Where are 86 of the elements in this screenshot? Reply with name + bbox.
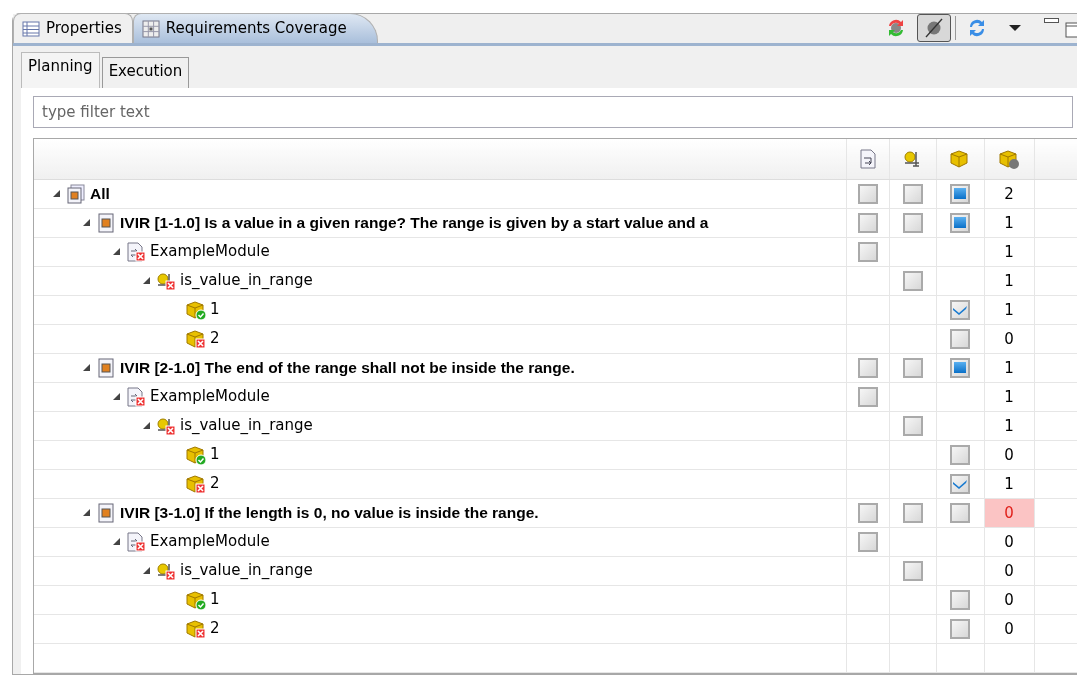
checkbox[interactable] [857, 357, 878, 378]
checkbox[interactable] [902, 212, 923, 233]
expanded-arrow-icon[interactable] [111, 247, 121, 256]
checkbox[interactable] [902, 270, 923, 291]
checkbox[interactable] [950, 183, 970, 204]
count-text: 0 [1003, 560, 1015, 582]
count-text: 1 [1003, 473, 1015, 495]
tree-item-label: is_value_in_range [180, 270, 313, 292]
filter-field[interactable]: type filter text [33, 96, 1073, 128]
checkbox[interactable] [950, 589, 970, 610]
expanded-arrow-icon[interactable] [81, 508, 91, 517]
checkbox[interactable] [902, 502, 923, 523]
tree-item-label: is_value_in_range [180, 560, 313, 582]
expanded-arrow-icon[interactable] [141, 276, 151, 285]
count-text: 1 [1003, 386, 1015, 408]
checkbox[interactable] [950, 444, 970, 465]
tab[interactable]: Planning [21, 52, 100, 88]
test-case-label: 2 [210, 328, 220, 350]
tree-item-label: is_value_in_range [180, 415, 313, 437]
checkbox[interactable] [950, 212, 970, 233]
checkbox[interactable] [950, 357, 970, 378]
count-text: 0 [984, 498, 1034, 527]
tree-item-label: ExampleModule [150, 531, 270, 553]
test-case-icon [950, 149, 970, 169]
count-text: 1 [1003, 270, 1015, 292]
test-case-label: 1 [210, 299, 220, 321]
document-icon [96, 357, 116, 378]
filter-toggle-button[interactable] [917, 14, 951, 42]
expanded-arrow-icon[interactable] [111, 392, 121, 401]
checkbox[interactable] [857, 531, 878, 552]
tree-item-label: All [90, 183, 110, 204]
test-result-icon [999, 149, 1019, 169]
expanded-arrow-icon[interactable] [81, 218, 91, 227]
checkbox[interactable] [950, 299, 970, 320]
dropdown-caret-icon [1009, 25, 1021, 31]
test-case-label: 1 [210, 444, 220, 466]
tree-item-label: IVIR [3-1.0] If the length is 0, no value is inside the range. [120, 502, 539, 523]
checkmark-icon [953, 478, 967, 489]
count-text: 0 [1003, 589, 1015, 611]
expanded-arrow-icon[interactable] [81, 363, 91, 372]
checkbox[interactable] [902, 415, 923, 436]
expanded-arrow-icon[interactable] [141, 566, 151, 575]
count-text: 2 [1003, 183, 1015, 205]
count-text: 1 [1003, 299, 1015, 321]
count-text: 1 [1003, 241, 1015, 263]
count-text: 1 [1003, 357, 1015, 379]
count-text: 1 [1003, 212, 1015, 234]
count-text: 0 [1003, 531, 1015, 553]
checkbox[interactable] [950, 502, 970, 523]
count-text: 0 [1003, 328, 1015, 350]
filter-toggle-icon [923, 17, 945, 39]
checkbox[interactable] [902, 357, 923, 378]
expanded-arrow-icon[interactable] [51, 189, 61, 198]
checkmark-icon [953, 304, 967, 315]
view-tab[interactable]: Properties [13, 13, 133, 43]
checkbox[interactable] [857, 386, 878, 407]
checkbox[interactable] [857, 502, 878, 523]
checkbox[interactable] [857, 183, 878, 204]
minimize-icon [1044, 18, 1059, 23]
test-case-label: 2 [210, 618, 220, 640]
document-icon [96, 212, 116, 233]
tree-item-label: IVIR [2-1.0] The end of the range shall not be inside the range. [120, 357, 575, 378]
view-tab[interactable]: Requirements Coverage [132, 13, 378, 43]
checkbox[interactable] [950, 328, 970, 349]
requirement-doc-icon [857, 149, 878, 169]
expanded-arrow-icon[interactable] [141, 421, 151, 430]
count-text: 0 [1003, 618, 1015, 640]
tree-item-label: ExampleModule [150, 241, 270, 263]
tree-item-label: ExampleModule [150, 386, 270, 408]
test-case-label: 2 [210, 473, 220, 495]
checkbox[interactable] [950, 473, 970, 494]
table-icon [22, 20, 40, 37]
checkbox[interactable] [902, 183, 923, 204]
test-case-label: 1 [210, 589, 220, 611]
checkbox[interactable] [857, 241, 878, 262]
checkbox[interactable] [902, 560, 923, 581]
checkbox[interactable] [950, 618, 970, 639]
document-icon [96, 502, 116, 523]
checkbox[interactable] [857, 212, 878, 233]
document-stack-icon [66, 183, 86, 204]
count-text: 1 [1003, 415, 1015, 437]
count-text: 0 [1003, 444, 1015, 466]
tab[interactable]: Execution [101, 57, 190, 88]
tree-item-label: IVIR [1-1.0] Is a value in a given range? The range is given by a start value and a [120, 212, 709, 233]
expanded-arrow-icon[interactable] [111, 537, 121, 546]
grid-icon [141, 19, 160, 38]
